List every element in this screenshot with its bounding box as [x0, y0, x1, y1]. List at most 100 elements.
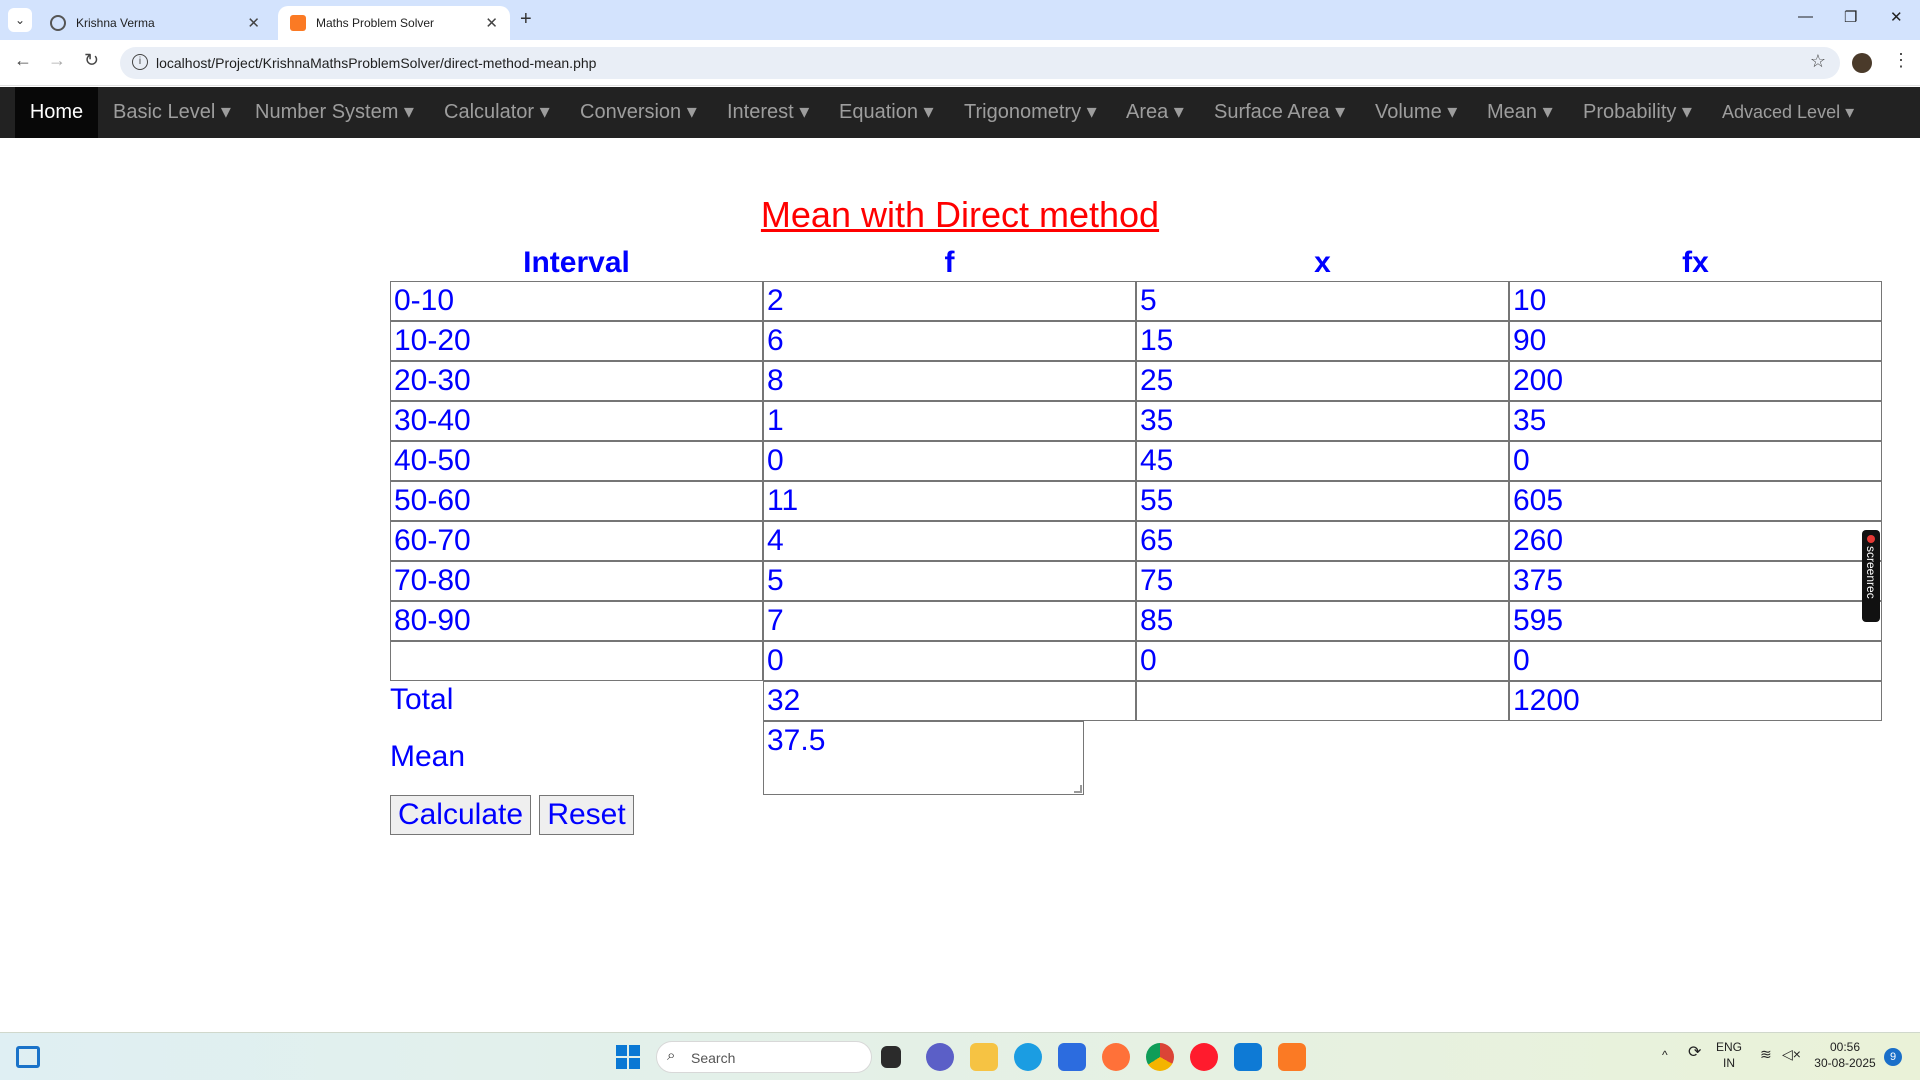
url-bar[interactable]: i localhost/Project/KrishnaMathsProblemS… [120, 47, 1840, 79]
tray-chevron-icon[interactable]: ^ [1662, 1047, 1668, 1063]
nav-volume[interactable]: Volume ▾ [1375, 87, 1457, 138]
clock[interactable]: 00:56 30-08-2025 [1810, 1039, 1880, 1071]
nav-basic-level[interactable]: Basic Level ▾ [113, 87, 231, 138]
tab-maths-problem-solver[interactable]: Maths Problem Solver ✕ [278, 6, 510, 40]
cell-f-field[interactable]: 8 [763, 361, 1136, 401]
firefox-icon[interactable] [1102, 1043, 1130, 1071]
cell-interval-field[interactable]: 10-20 [390, 321, 763, 361]
cell-f-field[interactable]: 6 [763, 321, 1136, 361]
minimize-button[interactable]: — [1798, 8, 1813, 25]
cell-fx-field[interactable]: 90 [1509, 321, 1882, 361]
widgets-icon[interactable] [16, 1046, 40, 1068]
forward-arrow-icon[interactable]: → [48, 50, 66, 71]
cell-f-field[interactable]: 1 [763, 401, 1136, 441]
cell-f-field[interactable]: 11 [763, 481, 1136, 521]
cell-f-field[interactable]: 2 [763, 281, 1136, 321]
cell-fx-field[interactable]: 375 [1509, 561, 1882, 601]
cell-f-field[interactable]: 0 [763, 641, 1136, 681]
cell-interval-field[interactable]: 20-30 [390, 361, 763, 401]
file-explorer-icon[interactable] [970, 1043, 998, 1071]
tab-list-chevron-icon[interactable]: ⌄ [8, 8, 32, 32]
back-arrow-icon[interactable]: ← [14, 50, 32, 71]
chrome-icon[interactable] [1146, 1043, 1174, 1071]
cell-fx-field[interactable]: 200 [1509, 361, 1882, 401]
nav-surface-area[interactable]: Surface Area ▾ [1214, 87, 1345, 138]
cell-x-field[interactable]: 85 [1136, 601, 1509, 641]
cell-f-field[interactable]: 7 [763, 601, 1136, 641]
cell-interval-field[interactable]: 60-70 [390, 521, 763, 561]
mean-result-textarea[interactable]: 37.5 [763, 721, 1084, 795]
cell-interval-field[interactable]: 0-10 [390, 281, 763, 321]
taskbar-search[interactable]: ⌕ Search [656, 1041, 872, 1073]
nav-interest[interactable]: Interest ▾ [727, 87, 809, 138]
cell-f-field[interactable]: 5 [763, 561, 1136, 601]
window-close-button[interactable]: ✕ [1890, 8, 1903, 26]
cell-f-field[interactable]: 0 [763, 441, 1136, 481]
xampp-taskbar-icon[interactable] [1278, 1043, 1306, 1071]
teams-icon[interactable] [926, 1043, 954, 1071]
volume-muted-icon[interactable]: ◁× [1782, 1046, 1801, 1062]
nav-number-system[interactable]: Number System ▾ [255, 87, 414, 138]
screenrec-widget[interactable]: screenrec [1862, 530, 1880, 622]
tab-close-icon[interactable]: ✕ [485, 14, 498, 32]
cell-x-field[interactable]: 0 [1136, 641, 1509, 681]
cell-fx-field[interactable]: 10 [1509, 281, 1882, 321]
store-icon[interactable] [1058, 1043, 1086, 1071]
bookmark-star-icon[interactable]: ☆ [1810, 51, 1826, 72]
browser-menu-icon[interactable]: ⋮ [1892, 50, 1910, 71]
cell-x-field[interactable]: 35 [1136, 401, 1509, 441]
cell-x-field[interactable]: 15 [1136, 321, 1509, 361]
restore-button[interactable]: ❐ [1844, 8, 1857, 26]
cell-x-field[interactable]: 45 [1136, 441, 1509, 481]
nav-trigonometry[interactable]: Trigonometry ▾ [964, 87, 1097, 138]
wifi-icon[interactable]: ≋ [1760, 1046, 1772, 1062]
notification-badge[interactable]: 9 [1884, 1048, 1902, 1066]
cell-fx-field[interactable]: 605 [1509, 481, 1882, 521]
total-fx-field[interactable]: 1200 [1509, 681, 1882, 721]
url-text[interactable]: localhost/Project/KrishnaMathsProblemSol… [156, 55, 596, 71]
windows-start-icon[interactable] [616, 1045, 640, 1069]
cell-x-field[interactable]: 55 [1136, 481, 1509, 521]
tab-krishna-verma[interactable]: Krishna Verma ✕ [38, 6, 272, 40]
cell-f-field[interactable]: 4 [763, 521, 1136, 561]
nav-home[interactable]: Home [15, 87, 98, 138]
cell-interval-field[interactable] [390, 641, 763, 681]
vscode-icon[interactable] [1234, 1043, 1262, 1071]
cell-x-field[interactable]: 75 [1136, 561, 1509, 601]
calculate-button[interactable]: Calculate [390, 795, 531, 835]
cell-fx-field[interactable]: 260 [1509, 521, 1882, 561]
nav-equation[interactable]: Equation ▾ [839, 87, 934, 138]
cell-fx-field[interactable]: 0 [1509, 641, 1882, 681]
cell-fx-field[interactable]: 35 [1509, 401, 1882, 441]
nav-conversion[interactable]: Conversion ▾ [580, 87, 697, 138]
total-f-field[interactable]: 32 [763, 681, 1136, 721]
cell-x-field[interactable]: 25 [1136, 361, 1509, 401]
cell-interval-field[interactable]: 50-60 [390, 481, 763, 521]
edge-icon[interactable] [1014, 1043, 1042, 1071]
tab-close-icon[interactable]: ✕ [247, 14, 260, 32]
new-tab-button[interactable]: + [520, 8, 532, 31]
opera-icon[interactable] [1190, 1043, 1218, 1071]
cell-interval-field[interactable]: 30-40 [390, 401, 763, 441]
sync-icon[interactable]: ⟳ [1688, 1045, 1701, 1061]
nav-calculator[interactable]: Calculator ▾ [444, 87, 550, 138]
reset-button[interactable]: Reset [539, 795, 634, 835]
reload-icon[interactable]: ↻ [84, 50, 99, 71]
cell-fx-field[interactable]: 595 [1509, 601, 1882, 641]
cell-interval-field[interactable]: 40-50 [390, 441, 763, 481]
nav-probability[interactable]: Probability ▾ [1583, 87, 1692, 138]
nav-advanced-level[interactable]: Advaced Level ▾ [1722, 87, 1854, 138]
cell-fx-field[interactable]: 0 [1509, 441, 1882, 481]
cell-interval-field[interactable]: 70-80 [390, 561, 763, 601]
total-x-field[interactable] [1136, 681, 1509, 721]
task-view-icon[interactable] [881, 1046, 901, 1068]
language-indicator[interactable]: ENG IN [1716, 1039, 1742, 1071]
nav-area[interactable]: Area ▾ [1126, 87, 1184, 138]
profile-avatar[interactable] [1852, 53, 1872, 73]
cell-interval-field[interactable]: 80-90 [390, 601, 763, 641]
cell-x-field[interactable]: 5 [1136, 281, 1509, 321]
cell-x-field[interactable]: 65 [1136, 521, 1509, 561]
site-info-icon[interactable]: i [132, 54, 148, 70]
resize-grip-icon[interactable] [1074, 785, 1082, 793]
nav-mean[interactable]: Mean ▾ [1487, 87, 1553, 138]
